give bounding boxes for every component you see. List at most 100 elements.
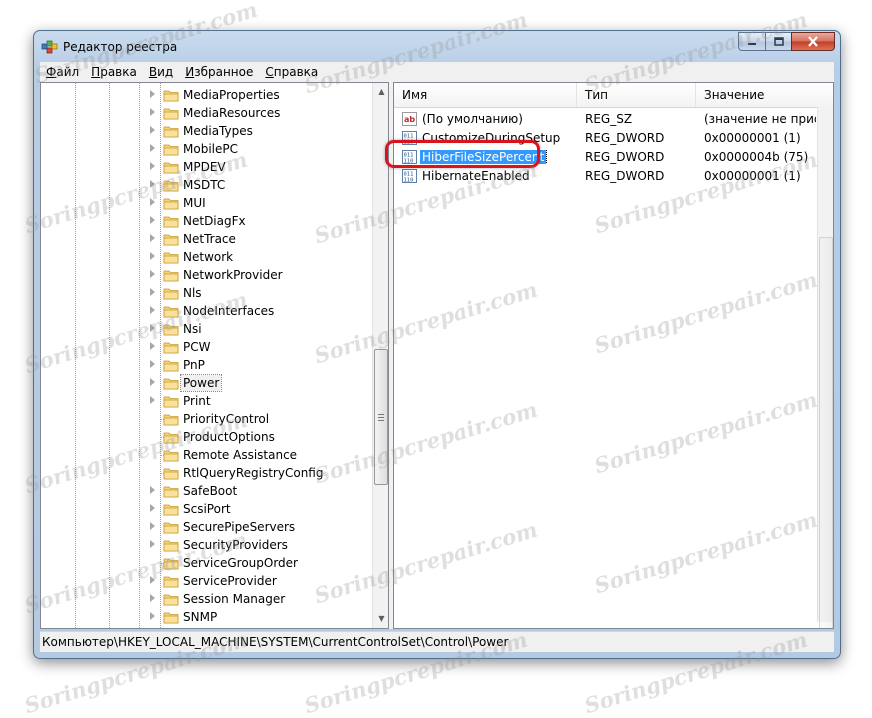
tree-item[interactable]: ServiceGroupOrder	[41, 554, 373, 572]
folder-icon	[163, 322, 179, 336]
expand-arrow-icon[interactable]	[150, 270, 155, 278]
tree-item[interactable]: Session Manager	[41, 590, 373, 608]
column-header-name[interactable]: Имя	[394, 83, 577, 107]
tree-item[interactable]: NetTrace	[41, 230, 373, 248]
tree-item[interactable]: MediaResources	[41, 104, 373, 122]
tree-item-label: PCW	[183, 340, 211, 354]
expand-arrow-icon[interactable]	[150, 486, 155, 494]
expand-arrow-icon[interactable]	[150, 234, 155, 242]
tree-item[interactable]: Power	[41, 374, 373, 392]
menu-favorites[interactable]: Избранное	[179, 65, 259, 79]
expand-arrow-icon[interactable]	[150, 126, 155, 134]
tree-item[interactable]: RtlQueryRegistryConfig	[41, 464, 373, 482]
expand-arrow-icon[interactable]	[150, 342, 155, 350]
tree-item[interactable]: NetworkProvider	[41, 266, 373, 284]
tree-item[interactable]: SecurityProviders	[41, 536, 373, 554]
expand-arrow-icon[interactable]	[150, 522, 155, 530]
title-bar[interactable]: Редактор реестра	[34, 31, 840, 61]
tree-item-label: Session Manager	[183, 592, 286, 606]
column-header-value[interactable]: Значение	[696, 83, 833, 107]
expand-arrow-icon[interactable]	[150, 252, 155, 260]
tree-item-label: Print	[183, 394, 211, 408]
folder-icon	[163, 502, 179, 516]
tree-item[interactable]: Network	[41, 248, 373, 266]
folder-icon	[163, 520, 179, 534]
minimize-button[interactable]	[738, 32, 765, 51]
expand-arrow-icon[interactable]	[150, 378, 155, 386]
tree-item[interactable]: MUI	[41, 194, 373, 212]
close-button[interactable]	[791, 32, 835, 51]
scroll-up-arrow-icon[interactable]: ▲	[373, 83, 388, 100]
list-scroll-track	[819, 237, 833, 628]
tree-item[interactable]: NodeInterfaces	[41, 302, 373, 320]
expand-arrow-icon[interactable]	[150, 576, 155, 584]
column-header-type[interactable]: Тип	[577, 83, 696, 107]
expand-arrow-icon[interactable]	[150, 288, 155, 296]
expand-arrow-icon[interactable]	[150, 180, 155, 188]
expand-arrow-icon[interactable]	[150, 162, 155, 170]
tree-item[interactable]: MSDTC	[41, 176, 373, 194]
folder-icon	[163, 124, 179, 138]
tree-item[interactable]: PnP	[41, 356, 373, 374]
list-vertical-scrollbar[interactable]	[817, 107, 833, 628]
tree-item-label: MediaResources	[183, 106, 281, 120]
tree-item[interactable]: PCW	[41, 338, 373, 356]
menu-edit[interactable]: Правка	[85, 65, 143, 79]
tree-item[interactable]: MediaProperties	[41, 86, 373, 104]
value-data: 0x0000004b (75)	[704, 150, 809, 164]
tree-item[interactable]: ProductOptions	[41, 428, 373, 446]
folder-icon	[163, 268, 179, 282]
tree-item[interactable]: ServiceProvider	[41, 572, 373, 590]
maximize-button[interactable]	[765, 32, 791, 51]
folder-icon	[163, 160, 179, 174]
value-type: REG_SZ	[585, 112, 633, 126]
tree-item[interactable]: SNMP	[41, 608, 373, 626]
tree-item[interactable]: PriorityControl	[41, 410, 373, 428]
expand-arrow-icon[interactable]	[150, 306, 155, 314]
key-tree-pane[interactable]: MediaProperties MediaResources MediaTypes M…	[40, 82, 389, 629]
tree-item-label: Power	[179, 374, 223, 392]
value-data: 0x00000001 (1)	[704, 131, 801, 145]
tree-item-label: ServiceGroupOrder	[183, 556, 298, 570]
expand-arrow-icon[interactable]	[150, 108, 155, 116]
expand-arrow-icon[interactable]	[150, 144, 155, 152]
menu-file[interactable]: Файл	[40, 65, 85, 79]
folder-icon	[163, 538, 179, 552]
scroll-down-arrow-icon[interactable]: ▼	[373, 610, 388, 627]
tree-item[interactable]: MobilePC	[41, 140, 373, 158]
expand-arrow-icon[interactable]	[150, 324, 155, 332]
tree-item[interactable]: MPDEV	[41, 158, 373, 176]
expand-arrow-icon[interactable]	[150, 360, 155, 368]
expand-arrow-icon[interactable]	[150, 198, 155, 206]
expand-arrow-icon[interactable]	[150, 594, 155, 602]
expand-arrow-icon[interactable]	[150, 540, 155, 548]
menu-help[interactable]: Справка	[259, 65, 324, 79]
tree-item[interactable]: Nsi	[41, 320, 373, 338]
tree-item[interactable]: SafeBoot	[41, 482, 373, 500]
tree-item[interactable]: Nls	[41, 284, 373, 302]
tree-item[interactable]: NetDiagFx	[41, 212, 373, 230]
tree-item-label: SNMP	[183, 610, 218, 624]
folder-icon	[163, 250, 179, 264]
expand-arrow-icon[interactable]	[150, 216, 155, 224]
tree-item[interactable]: ScsiPort	[41, 500, 373, 518]
tree-item-label: Remote Assistance	[183, 448, 298, 462]
expand-arrow-icon[interactable]	[150, 504, 155, 512]
tree-item-label: MUI	[183, 196, 206, 210]
expand-arrow-icon[interactable]	[150, 612, 155, 620]
expand-arrow-icon[interactable]	[150, 90, 155, 98]
menu-view[interactable]: Вид	[143, 65, 179, 79]
tree-item-label: MobilePC	[183, 142, 238, 156]
tree-item[interactable]: Remote Assistance	[41, 446, 373, 464]
list-item[interactable]: ab (По умолчанию) REG_SZ (значение не присв…	[394, 110, 833, 129]
tree-item[interactable]: MediaTypes	[41, 122, 373, 140]
maximize-icon	[773, 37, 784, 46]
tree-scroll-thumb[interactable]	[374, 349, 388, 485]
value-type: REG_DWORD	[585, 131, 665, 145]
list-item[interactable]: 011 110 HibernateEnabled REG_DWORD 0x0000000…	[394, 167, 833, 186]
tree-item-label: NetworkProvider	[183, 268, 283, 282]
expand-arrow-icon[interactable]	[150, 396, 155, 404]
tree-item-label: MediaTypes	[183, 124, 253, 138]
tree-item[interactable]: Print	[41, 392, 373, 410]
tree-item[interactable]: SecurePipeServers	[41, 518, 373, 536]
